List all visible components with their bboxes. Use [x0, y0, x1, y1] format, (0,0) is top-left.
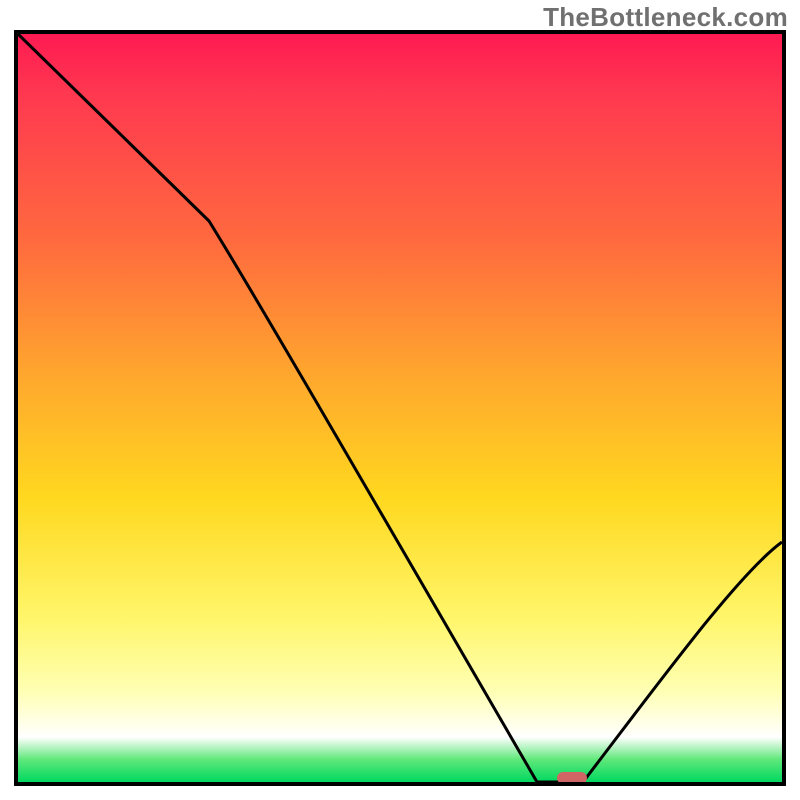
optimal-marker [557, 772, 587, 784]
plot-area [14, 30, 786, 786]
chart-frame: TheBottleneck.com [0, 0, 800, 800]
bottleneck-curve [18, 34, 782, 782]
watermark-text: TheBottleneck.com [543, 2, 788, 33]
